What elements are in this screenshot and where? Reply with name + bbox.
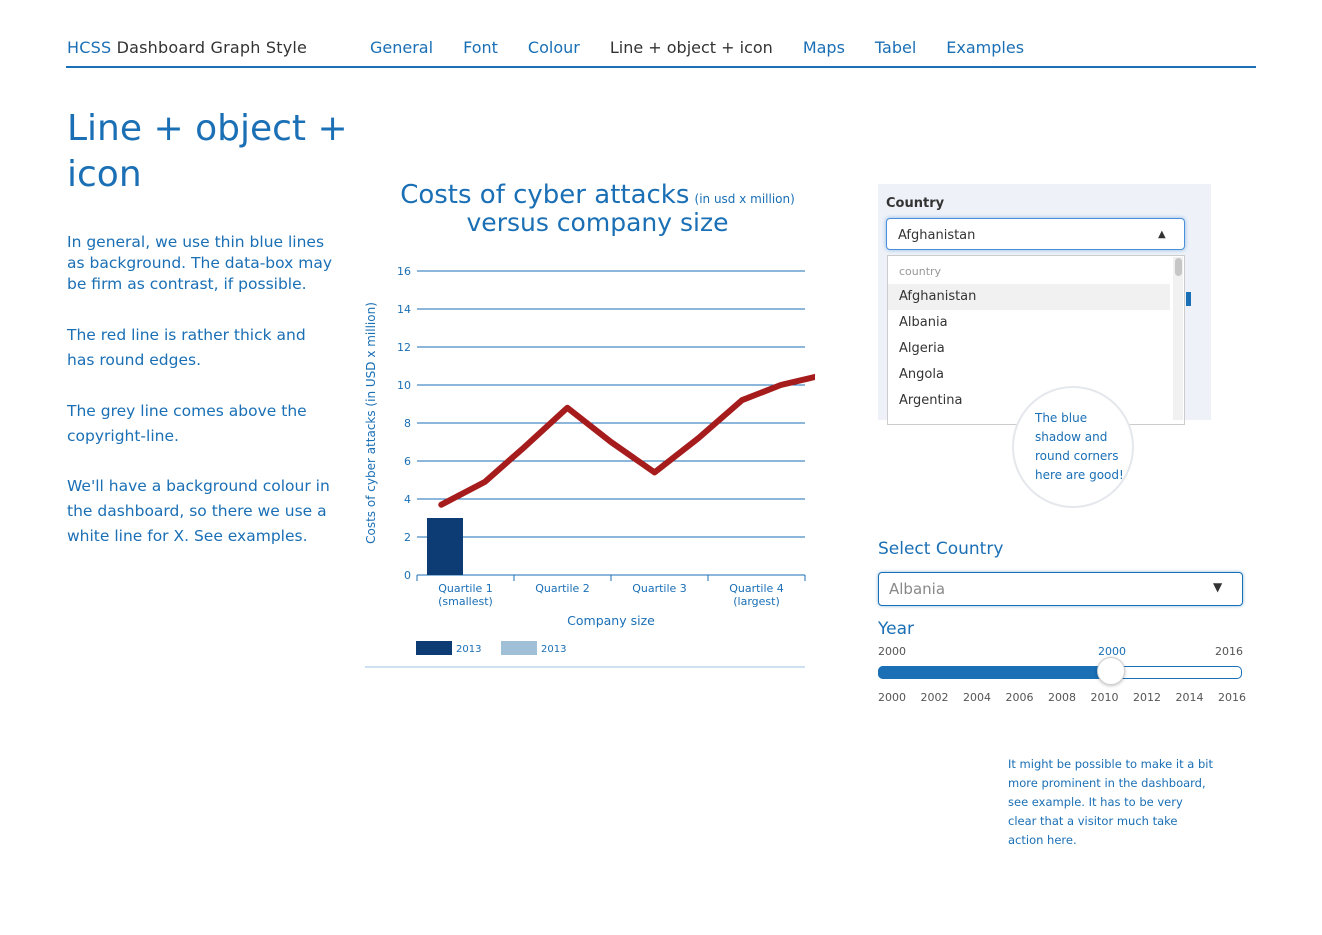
y-tick-label: 4 [404, 493, 411, 506]
options-header: country [899, 265, 942, 278]
legend-swatch [501, 641, 537, 655]
note-text: It might be possible to make it a bit mo… [1008, 757, 1213, 847]
legend-label: 2013 [456, 644, 481, 655]
year-min-label: 2000 [878, 645, 906, 658]
list-scroll-thumb[interactable] [1175, 258, 1182, 276]
legend-label: 2013 [541, 644, 566, 655]
x-tick-label: Quartile 4 [729, 582, 784, 595]
year-tick: 2004 [963, 691, 991, 704]
paragraph-red-line: The red line is rather thick and has rou… [67, 326, 306, 369]
y-axis-title: Costs of cyber attacks (in USD x million… [364, 302, 378, 544]
year-label: Year [878, 619, 914, 639]
nav-font[interactable]: Font [463, 38, 498, 57]
year-slider-handle[interactable] [1097, 657, 1125, 685]
y-tick-label: 8 [404, 417, 411, 430]
paragraph-grey-line: The grey line comes above the copyright-… [67, 402, 307, 445]
nav-general[interactable]: General [370, 38, 433, 57]
nav-colour[interactable]: Colour [528, 38, 580, 57]
year-ticks: 2000 2002 2004 2006 2008 2010 2012 2014 … [878, 691, 1246, 704]
chart-title-sub: versus company size [466, 208, 729, 237]
nav-line-object-icon[interactable]: Line + object + icon [610, 38, 773, 57]
chart-title-unit: (in usd x million) [694, 192, 795, 206]
x-tick-label: (smallest) [438, 595, 493, 608]
country-select-value: Afghanistan [898, 228, 976, 243]
cost-line [438, 373, 815, 508]
chart-title-main: Costs of cyber attacks [400, 180, 690, 210]
y-tick-label: 6 [404, 455, 411, 468]
header-divider [66, 66, 1256, 68]
paragraph-background-colour: We'll have a background colour in the da… [67, 477, 330, 545]
list-scrollbar[interactable] [1173, 257, 1183, 420]
year-tick: 2002 [920, 691, 949, 704]
select-country-label: Select Country [878, 539, 1004, 559]
caret-up-icon[interactable]: ▲ [1158, 229, 1166, 240]
country-option[interactable]: Algeria [888, 336, 1170, 362]
brand-title: HCSS Dashboard Graph Style [67, 38, 307, 57]
y-tick-label: 12 [397, 341, 411, 354]
nav-maps[interactable]: Maps [803, 38, 845, 57]
caret-down-icon[interactable]: ▼ [1213, 580, 1222, 594]
x-tick-label: Quartile 1 [438, 582, 493, 595]
accent-edge [1186, 292, 1191, 306]
x-tick-label: Quartile 2 [535, 582, 590, 595]
x-tick-label: Quartile 3 [632, 582, 687, 595]
brand-suffix: Dashboard Graph Style [111, 38, 308, 57]
nav-examples[interactable]: Examples [946, 38, 1024, 57]
year-tick: 2014 [1175, 691, 1204, 704]
y-tick-label: 16 [397, 265, 411, 278]
country-option[interactable]: Afghanistan [888, 284, 1170, 310]
year-tick: 2008 [1048, 691, 1076, 704]
y-tick-label: 0 [404, 569, 411, 582]
x-tick-label: (largest) [733, 595, 780, 608]
country-option[interactable]: Albania [888, 310, 1170, 336]
cost-chart: 0 2 4 6 8 10 12 14 16 Quartile 1(smallest) Quartil… [364, 265, 815, 668]
chart-title: Costs of cyber attacks (in usd x million… [380, 180, 815, 237]
y-tick-label: 2 [404, 531, 411, 544]
year-tick: 2012 [1133, 691, 1161, 704]
year-max-label: 2016 [1215, 645, 1243, 658]
callout-text: The blue shadow and round corners here a… [1035, 411, 1124, 482]
year-tick: 2010 [1090, 691, 1119, 704]
x-axis-title: Company size [567, 613, 655, 628]
nav-tabel[interactable]: Tabel [875, 38, 916, 57]
page-title: Line + object + icon [67, 108, 348, 195]
year-tick: 2000 [878, 691, 906, 704]
paragraph-background-lines: In general, we use thin blue lines as ba… [67, 233, 333, 293]
y-tick-label: 14 [397, 303, 411, 316]
year-slider-fill [878, 666, 1107, 679]
legend-swatch [416, 641, 452, 655]
country-label: Country [886, 196, 945, 211]
country-option[interactable]: Angola [888, 362, 1170, 388]
y-tick-label: 10 [397, 379, 411, 392]
select-country-value: Albania [889, 580, 946, 598]
year-tick: 2016 [1218, 691, 1246, 704]
year-tick: 2006 [1005, 691, 1034, 704]
brand-prefix: HCSS [67, 38, 112, 57]
bar [427, 518, 463, 575]
top-nav: General Font Colour Line + object + icon… [370, 38, 1024, 57]
